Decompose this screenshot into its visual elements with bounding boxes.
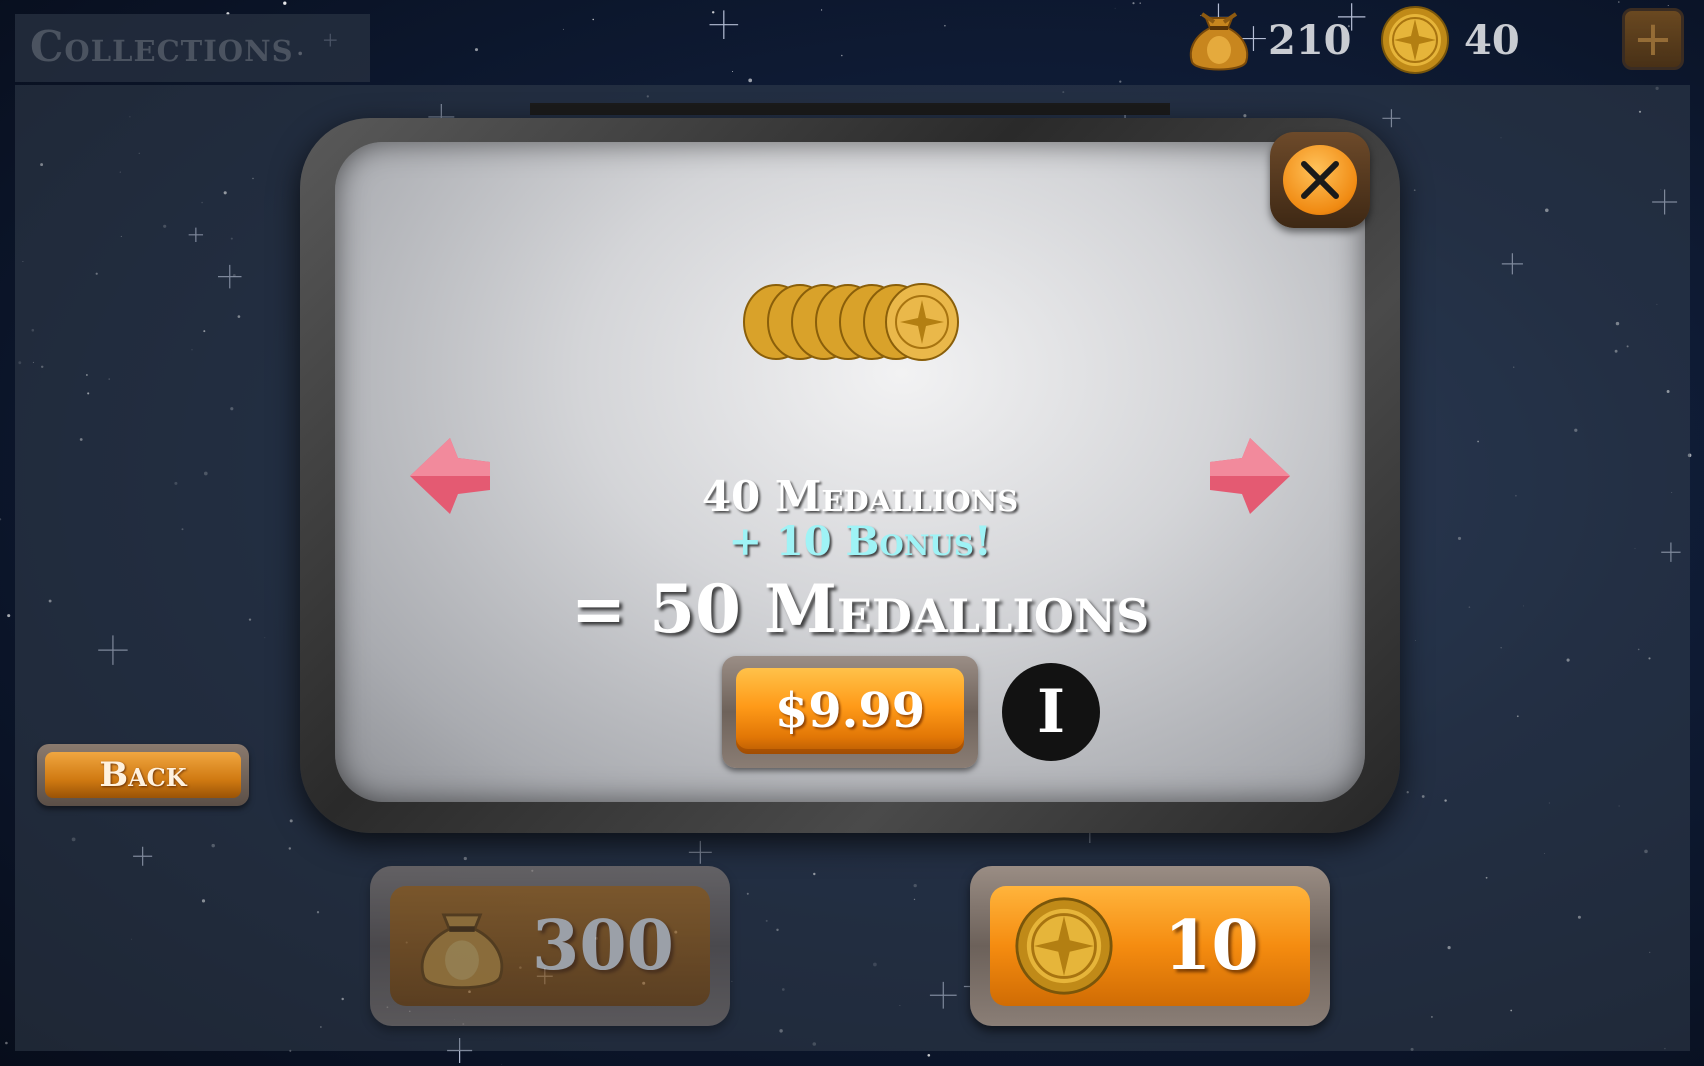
star <box>1667 5 1669 6</box>
star <box>927 1053 931 1057</box>
modal-top-strip <box>530 103 1170 115</box>
money-bag-icon <box>1189 12 1249 71</box>
offer-base-amount: 40 Medallions <box>701 472 1019 521</box>
star <box>1114 7 1116 9</box>
star <box>1617 1 1620 3</box>
close-button-face <box>1283 145 1357 215</box>
medallion-icon <box>1381 6 1449 74</box>
star <box>1139 2 1141 4</box>
star <box>841 54 843 57</box>
medallions-purchase-face: 10 <box>990 886 1310 1006</box>
close-button[interactable] <box>1270 132 1370 228</box>
buy-price-button[interactable]: $9.99 <box>736 668 964 754</box>
bags-count: 210 <box>1268 16 1352 64</box>
star <box>821 9 823 11</box>
close-icon <box>1301 161 1339 199</box>
star <box>562 28 564 30</box>
star <box>501 1064 503 1065</box>
star <box>592 18 594 21</box>
star <box>474 48 479 52</box>
page-title: Collections <box>30 22 294 71</box>
offer-bonus-amount: + 10 Bonus! <box>728 518 992 565</box>
info-button[interactable]: I <box>1002 663 1100 761</box>
medallions-purchase-value: 10 <box>1164 906 1259 986</box>
star <box>5 1041 8 1045</box>
star <box>1119 80 1122 83</box>
star <box>944 24 946 27</box>
medallions-purchase-button[interactable]: 10 <box>970 866 1330 1026</box>
money-bag-icon <box>420 913 504 990</box>
star <box>732 71 734 73</box>
medallion-stack-icon <box>743 283 959 361</box>
bags-purchase-face: 300 <box>390 886 710 1006</box>
medallion-icon <box>1015 897 1113 995</box>
bags-purchase-value: 300 <box>532 906 674 986</box>
star <box>711 11 715 14</box>
star <box>748 78 753 83</box>
offer-total-amount: = 50 Medallions <box>570 570 1150 648</box>
medallions-count: 40 <box>1464 16 1520 64</box>
star <box>283 1 287 5</box>
bags-counter: 210 <box>1184 8 1352 72</box>
sparkle-star <box>709 10 739 40</box>
back-button[interactable]: Back <box>37 744 249 806</box>
add-currency-button[interactable]: + <box>1622 8 1684 70</box>
medallions-counter: 40 <box>1380 6 1520 74</box>
bags-purchase-button[interactable]: 300 <box>370 866 730 1026</box>
star <box>1132 2 1135 5</box>
back-button-label: Back <box>45 752 241 798</box>
